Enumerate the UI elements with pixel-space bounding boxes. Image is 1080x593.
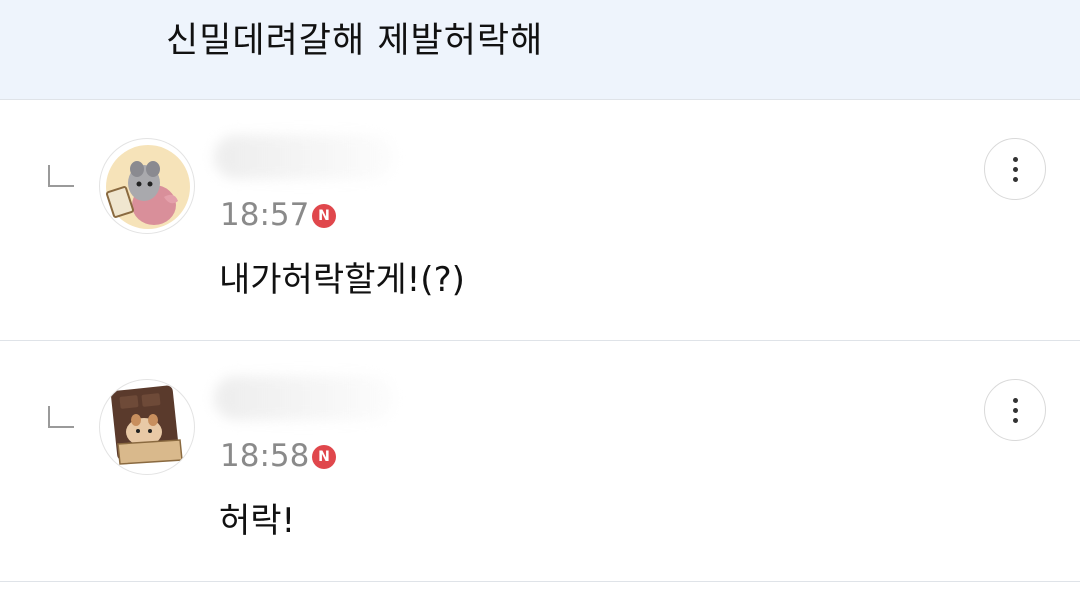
new-badge: N	[312, 445, 336, 469]
new-badge: N	[312, 204, 336, 228]
nickname-blurred	[214, 376, 394, 420]
comment-text: 허락!	[219, 501, 296, 541]
more-options-button[interactable]	[984, 138, 1046, 200]
reply-item: 18:58 N 허락!	[0, 341, 1080, 582]
reply-item: 18:57 N 내가허락할게!(?)	[0, 100, 1080, 341]
comment-time: 18:58	[220, 438, 310, 474]
comment-text: 내가허락할게!(?)	[219, 260, 465, 300]
more-dot	[1013, 177, 1018, 182]
more-dot	[1013, 418, 1018, 423]
more-options-button[interactable]	[984, 379, 1046, 441]
more-dots-icon	[1013, 398, 1018, 403]
more-dots-icon	[1013, 157, 1018, 162]
more-dot	[1013, 167, 1018, 172]
reply-arrow-icon	[48, 406, 74, 428]
nickname-blurred	[214, 135, 394, 179]
more-dot	[1013, 408, 1018, 413]
parent-comment-text: 신밀데려갈해 제발허락해	[166, 21, 544, 61]
comment-time: 18:57	[220, 197, 310, 233]
hamster-with-sign-avatar[interactable]	[99, 138, 195, 234]
reply-arrow-icon	[48, 165, 74, 187]
parent-comment: 신밀데려갈해 제발허락해	[0, 0, 1080, 100]
cat-in-chocolate-box-avatar[interactable]	[99, 379, 195, 475]
